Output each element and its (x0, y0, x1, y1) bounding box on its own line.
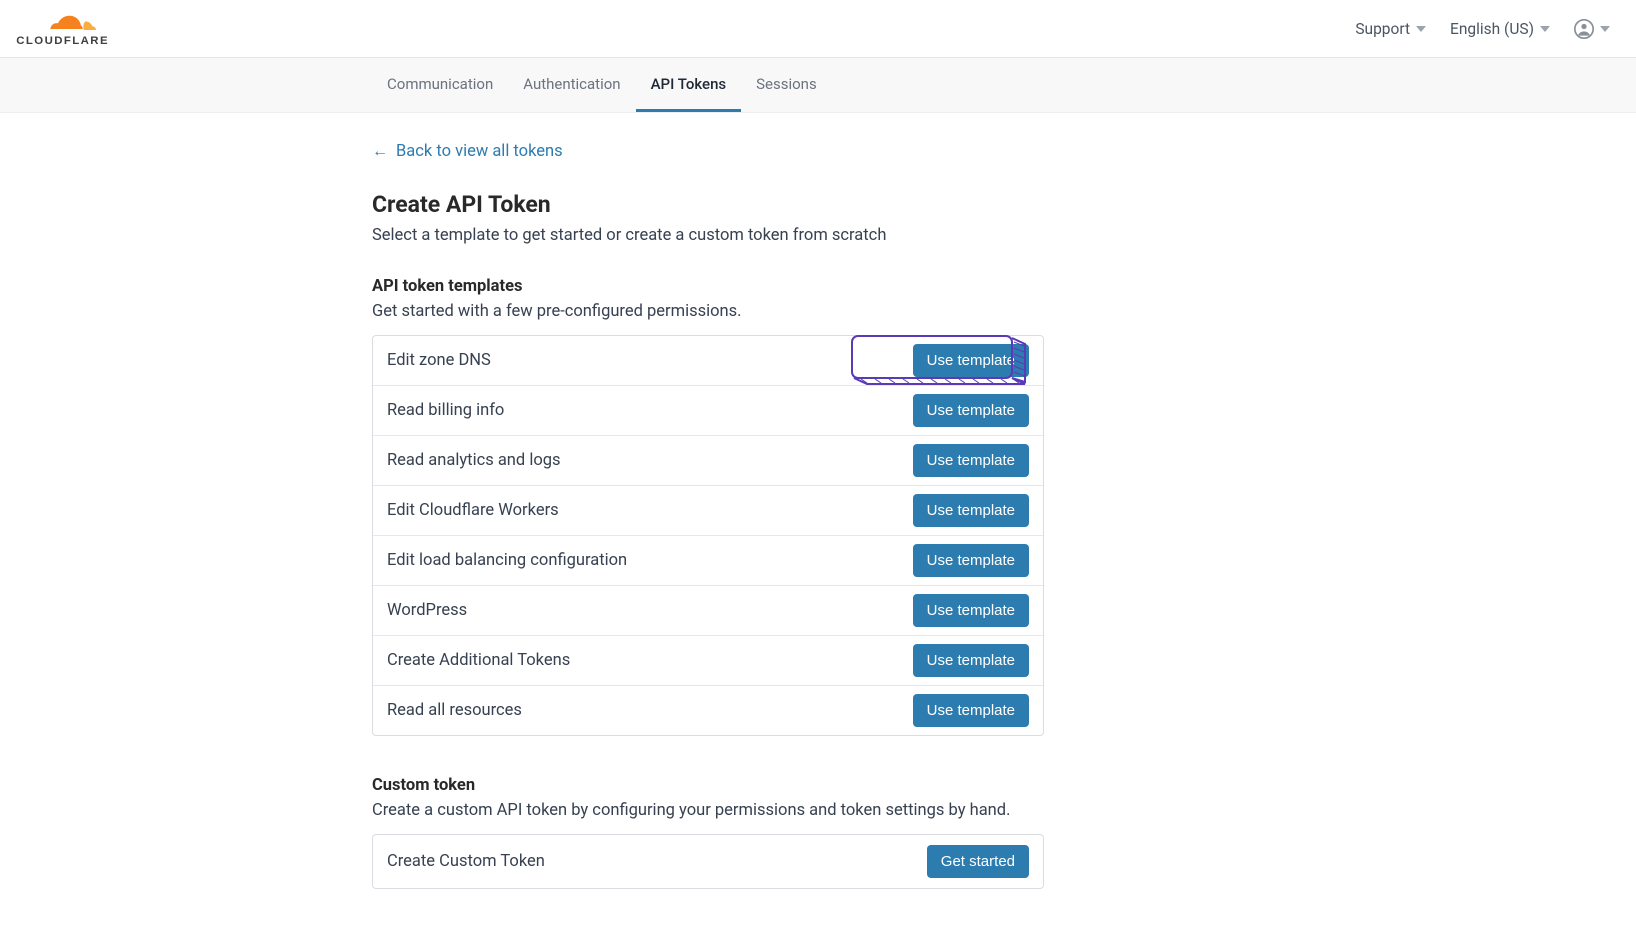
use-template-button[interactable]: Use template (913, 694, 1029, 727)
page-title: Create API Token (372, 191, 1264, 218)
cloudflare-logo[interactable]: CLOUDFLARE (16, 10, 121, 48)
template-name: Create Additional Tokens (387, 651, 570, 670)
template-name: Edit zone DNS (387, 351, 491, 370)
template-row: WordPress Use template (373, 586, 1043, 636)
use-template-button[interactable]: Use template (913, 394, 1029, 427)
main-content: ← Back to view all tokens Create API Tok… (338, 113, 1298, 929)
custom-desc: Create a custom API token by configuring… (372, 801, 1264, 820)
template-row: Create Additional Tokens Use template (373, 636, 1043, 686)
template-row: Read analytics and logs Use template (373, 436, 1043, 486)
templates-heading: API token templates (372, 277, 1264, 296)
custom-token-row: Create Custom Token Get started (372, 834, 1044, 889)
svg-text:CLOUDFLARE: CLOUDFLARE (16, 35, 109, 47)
use-template-button[interactable]: Use template (913, 344, 1029, 377)
template-name: Read all resources (387, 701, 522, 720)
tab-bar: CommunicationAuthenticationAPI TokensSes… (0, 58, 1636, 113)
back-link-label: Back to view all tokens (396, 142, 563, 161)
template-row: Read billing info Use template (373, 386, 1043, 436)
templates-section: API token templates Get started with a f… (372, 277, 1264, 736)
arrow-left-icon: ← (372, 141, 388, 161)
use-template-button[interactable]: Use template (913, 544, 1029, 577)
template-row: Edit zone DNS Use template (373, 336, 1043, 386)
back-link[interactable]: ← Back to view all tokens (372, 141, 563, 161)
user-icon (1574, 19, 1594, 39)
support-label: Support (1355, 20, 1410, 38)
get-started-button[interactable]: Get started (927, 845, 1029, 878)
use-template-button[interactable]: Use template (913, 494, 1029, 527)
tab-sessions[interactable]: Sessions (741, 58, 832, 112)
custom-token-section: Custom token Create a custom API token b… (372, 776, 1264, 889)
header-right: Support English (US) (1355, 19, 1620, 39)
template-name: Read billing info (387, 401, 504, 420)
template-row: Edit Cloudflare Workers Use template (373, 486, 1043, 536)
chevron-down-icon (1600, 26, 1610, 32)
use-template-button[interactable]: Use template (913, 644, 1029, 677)
tab-authentication[interactable]: Authentication (508, 58, 635, 112)
tab-communication[interactable]: Communication (372, 58, 508, 112)
top-header: CLOUDFLARE Support English (US) (0, 0, 1636, 58)
support-dropdown[interactable]: Support (1355, 20, 1426, 38)
template-name: Edit Cloudflare Workers (387, 501, 559, 520)
language-label: English (US) (1450, 20, 1534, 38)
templates-desc: Get started with a few pre-configured pe… (372, 302, 1264, 321)
cloudflare-logo-icon: CLOUDFLARE (16, 10, 121, 48)
template-row: Read all resources Use template (373, 686, 1043, 735)
tab-api-tokens[interactable]: API Tokens (636, 58, 742, 112)
user-menu[interactable] (1574, 19, 1610, 39)
template-list: Edit zone DNS Use template (372, 335, 1044, 736)
page-subtitle: Select a template to get started or crea… (372, 226, 1264, 245)
chevron-down-icon (1540, 26, 1550, 32)
template-name: Read analytics and logs (387, 451, 561, 470)
use-template-button[interactable]: Use template (913, 444, 1029, 477)
template-row: Edit load balancing configuration Use tem… (373, 536, 1043, 586)
custom-heading: Custom token (372, 776, 1264, 795)
template-name: WordPress (387, 601, 467, 620)
template-name: Edit load balancing configuration (387, 551, 627, 570)
custom-token-label: Create Custom Token (387, 852, 545, 871)
use-template-button[interactable]: Use template (913, 594, 1029, 627)
language-dropdown[interactable]: English (US) (1450, 20, 1550, 38)
chevron-down-icon (1416, 26, 1426, 32)
